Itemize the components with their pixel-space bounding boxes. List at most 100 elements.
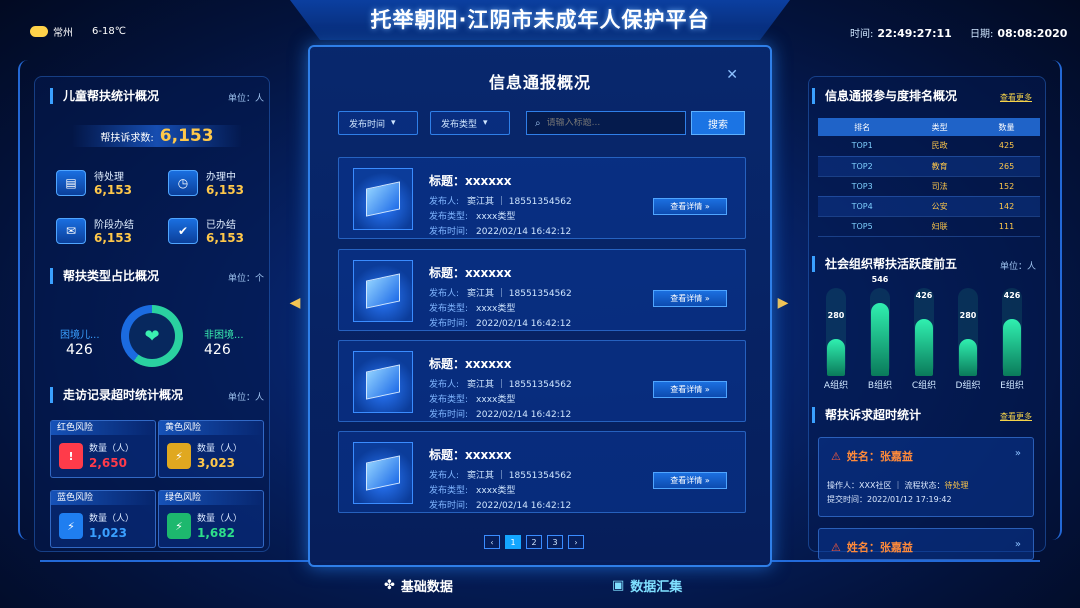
filter-type-select[interactable]: 发布类型 ▾	[430, 111, 510, 135]
tab-basic-data[interactable]: ✤ 基础数据	[384, 576, 453, 595]
card-title: 标题：xxxxxx	[429, 448, 512, 462]
section-title-child-help: 儿童帮扶统计概况	[50, 88, 159, 104]
page-prev-button[interactable]: ‹	[484, 535, 500, 549]
rank-cell: TOP4	[818, 196, 907, 217]
chevron-down-icon: ▾	[483, 118, 488, 128]
bar-value-label: 280	[827, 311, 845, 320]
alarm-name-text: 姓名：张嘉益	[846, 450, 913, 463]
info-card: 标题：xxxxxx 发布人: 窦江其 ｜ 18551354562 发布类型: xxx…	[338, 340, 746, 422]
type-key: 发布类型:	[429, 486, 469, 496]
risk-value: 2,650	[89, 456, 127, 470]
document-stack-icon	[353, 260, 413, 322]
filter-time-select[interactable]: 发布时间 ▾	[338, 111, 418, 135]
shield-icon: ⚡	[59, 513, 83, 539]
type-value: xxxx类型	[476, 212, 516, 222]
card-publisher: 发布人: 窦江其 ｜ 18551354562	[429, 194, 572, 207]
publisher-key: 发布人:	[429, 289, 460, 299]
close-icon[interactable]: ✕	[726, 67, 738, 83]
search-input[interactable]	[546, 118, 677, 128]
card-time: 发布时间: 2022/02/14 16:42:12	[429, 407, 571, 420]
stat-stage-done: ✉ 阶段办结 6,153	[56, 216, 134, 245]
info-card: 标题：xxxxxx 发布人: 窦江其 ｜ 18551354562 发布类型: xxx…	[338, 431, 746, 513]
shield-icon: ⚡	[167, 443, 191, 469]
time-value: 2022/02/14 16:42:12	[476, 410, 572, 420]
publisher-value: 窦江其 ｜ 18551354562	[467, 197, 572, 207]
count-cell: 142	[973, 196, 1040, 217]
tab-basic-data-label: 基础数据	[400, 580, 453, 595]
next-arrow-icon[interactable]: ▶	[776, 292, 790, 314]
shield-icon: !	[59, 443, 83, 469]
stat-processing: ◷ 办理中 6,153	[168, 168, 244, 197]
rank-cell: TOP1	[818, 136, 907, 157]
timeout-more-link[interactable]: 查看更多	[1000, 411, 1032, 422]
page-2-button[interactable]: 2	[526, 535, 542, 549]
time-key: 发布时间:	[429, 319, 469, 329]
rank-cell: TOP5	[818, 216, 907, 237]
alarm-name: ⚠ 姓名：张嘉益	[831, 448, 913, 464]
monitor-icon: ▣	[612, 578, 625, 593]
time-value: 2022/02/14 16:42:12	[476, 501, 572, 511]
view-detail-button[interactable]: 查看详情 »	[653, 472, 727, 489]
bar-category-label: B组织	[867, 381, 893, 391]
ranking-more-link[interactable]: 查看更多	[1000, 92, 1032, 103]
bar-value-label: 426	[1003, 291, 1021, 300]
modal-title: 信息通报概况	[488, 73, 591, 92]
social-bar-chart: 280 A组织 546 B组织 426 C组织 280 D组织 426 E组织	[818, 275, 1038, 392]
check-document-icon: ✔	[168, 217, 198, 244]
risk-card-green: 绿色风险 ⚡ 数量（人） 1,682	[158, 490, 264, 548]
time-key: 发布时间:	[429, 410, 469, 420]
type-cell: 司法	[906, 176, 974, 197]
document-stack-icon	[353, 351, 413, 413]
card-publisher: 发布人: 窦江其 ｜ 18551354562	[429, 286, 572, 299]
bar-C组织	[915, 319, 933, 376]
count-cell: 152	[973, 176, 1040, 197]
chevron-down-icon: ▾	[391, 118, 396, 128]
weather-icon	[30, 26, 48, 37]
double-chevron-icon[interactable]: »	[1015, 448, 1021, 459]
non-hardship-value: 426	[204, 342, 231, 358]
table-header: 数量	[973, 118, 1040, 136]
bar-E组织	[1003, 319, 1021, 376]
unit-label: 单位：人	[228, 94, 265, 104]
page-1-button[interactable]: 1	[505, 535, 521, 549]
bar-value-label: 280	[959, 311, 977, 320]
risk-title: 红色风险	[51, 421, 155, 435]
search-button[interactable]: 搜索	[691, 111, 745, 135]
section-title-help-type: 帮扶类型占比概况	[50, 268, 159, 284]
footer	[0, 566, 1080, 608]
count-cell: 111	[973, 216, 1040, 237]
stat-value: 6,153	[94, 231, 132, 245]
page-3-button[interactable]: 3	[547, 535, 563, 549]
view-detail-button[interactable]: 查看详情 »	[653, 290, 727, 307]
alarm-time: 提交时间：2022/01/12 17:19:42	[827, 495, 952, 504]
page-next-button[interactable]: ›	[568, 535, 584, 549]
view-detail-button[interactable]: 查看详情 »	[653, 381, 727, 398]
risk-title: 黄色风险	[159, 421, 263, 435]
frame-right	[1052, 60, 1062, 540]
tab-data-collection-label: 数据汇集	[630, 580, 683, 595]
time-key: 发布时间:	[429, 227, 469, 237]
bar-value-label: 426	[915, 291, 933, 300]
count-cell: 425	[973, 136, 1040, 157]
double-chevron-icon[interactable]: »	[1015, 539, 1021, 550]
unit-label: 单位：人	[228, 393, 265, 403]
view-detail-button[interactable]: 查看详情 »	[653, 198, 727, 215]
time-key: 发布时间:	[429, 501, 469, 511]
bar-category-label: C组织	[911, 381, 937, 391]
alarm-operator: 操作人：XXX社区 ｜ 流程状态：待处理	[827, 480, 969, 491]
table-row: TOP2 教育 265	[818, 156, 1040, 177]
tab-data-collection[interactable]: ▣ 数据汇集	[612, 576, 682, 595]
section-title-visit: 走访记录超时统计概况	[50, 387, 183, 403]
timeout-item[interactable]: ⚠ 姓名：张嘉益 »	[818, 528, 1034, 560]
time-label: 时间:	[850, 29, 874, 40]
timeout-item[interactable]: ⚠ 姓名：张嘉益 » 操作人：XXX社区 ｜ 流程状态：待处理 提交时间：2022…	[818, 437, 1034, 517]
info-card: 标题：xxxxxx 发布人: 窦江其 ｜ 18551354562 发布类型: xxx…	[338, 249, 746, 331]
table-row: TOP1 民政 425	[818, 136, 1040, 157]
alarm-icon: ⚠	[831, 541, 841, 554]
bar-category-label: E组织	[1000, 381, 1024, 391]
prev-arrow-icon[interactable]: ◀	[288, 292, 302, 314]
filter-type-label: 发布类型	[441, 119, 478, 130]
risk-value: 3,023	[197, 456, 235, 470]
stat-label: 待处理	[94, 172, 124, 183]
document-stack-icon	[353, 442, 413, 504]
